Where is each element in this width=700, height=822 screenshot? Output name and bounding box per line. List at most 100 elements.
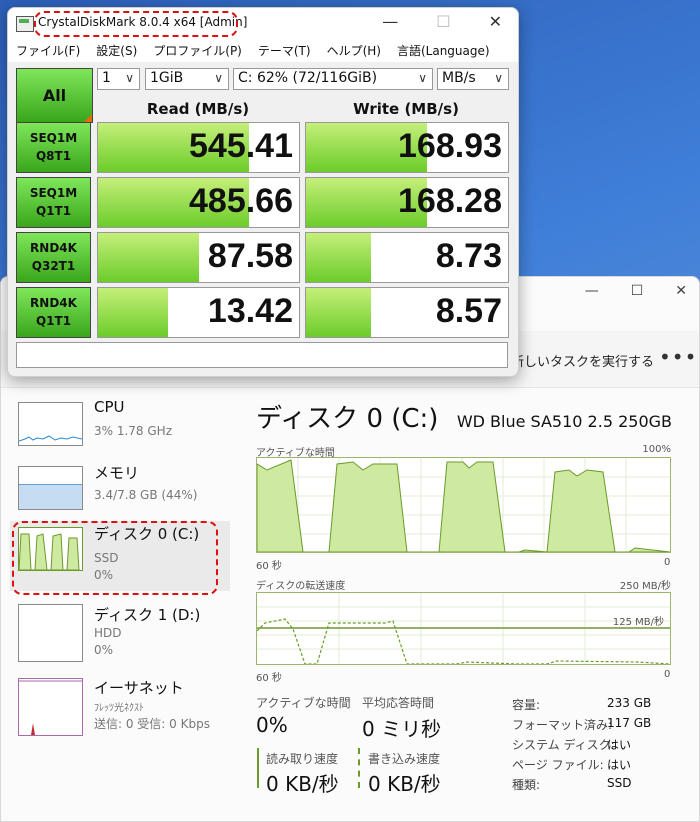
- read-result-seq1m-q8t1: 545.41: [97, 122, 300, 173]
- page-file-label: ページ ファイル:: [512, 758, 604, 772]
- disk-type-label: 種類:: [512, 778, 541, 792]
- transfer-left-label: 60 秒: [256, 673, 282, 684]
- write-speed-label: 書き込み速度: [368, 752, 441, 766]
- read-indicator: [257, 748, 259, 788]
- test-params: Q1T1: [35, 204, 72, 218]
- write-speed-value: 0 KB/秒: [368, 772, 441, 796]
- chevron-down-icon: ∨: [214, 71, 223, 85]
- close-icon[interactable]: ✕: [489, 12, 502, 31]
- formatted-value: 117 GB: [607, 716, 652, 730]
- count-select[interactable]: 1 ∨: [97, 68, 140, 90]
- write-bar-fill: [306, 288, 371, 337]
- menu-profile[interactable]: プロファイル(P): [153, 42, 242, 59]
- capacity-value: 233 GB: [607, 696, 652, 710]
- read-result-rnd4k-q1t1: 13.42: [97, 287, 300, 338]
- menu-language[interactable]: 言語(Language): [397, 42, 490, 59]
- maximize-icon[interactable]: ☐: [436, 12, 450, 31]
- active-time-stat-value: 0%: [256, 713, 288, 737]
- response-time-value: 0 ミリ秒: [362, 717, 442, 741]
- menu-help[interactable]: ヘルプ(H): [327, 42, 381, 59]
- test-button-seq1m-q1t1[interactable]: SEQ1M Q1T1: [16, 177, 91, 228]
- minimize-icon[interactable]: —: [382, 12, 398, 31]
- test-button-seq1m-q8t1[interactable]: SEQ1M Q8T1: [16, 122, 91, 173]
- menu-theme[interactable]: テーマ(T): [258, 42, 311, 59]
- write-result-rnd4k-q32t1: 8.73: [305, 232, 509, 283]
- cpu-thumbnail: [18, 402, 83, 446]
- read-result-seq1m-q1t1: 485.66: [97, 177, 300, 228]
- highlight-annotation: [12, 521, 218, 595]
- sidebar-disk1-sub1: HDD: [94, 626, 122, 640]
- test-name: RND4K: [30, 296, 77, 310]
- sidebar-ethernet-sub1: ﾌﾚｯﾂ光ﾈｸｽﾄ: [94, 703, 144, 714]
- test-name: SEQ1M: [29, 131, 78, 145]
- system-disk-label: システム ディスク:: [512, 738, 615, 752]
- system-disk-value: はい: [607, 738, 632, 752]
- page-file-value: はい: [607, 758, 632, 772]
- sidebar-memory-sub: 3.4/7.8 GB (44%): [94, 488, 198, 502]
- test-button-rnd4k-q32t1[interactable]: RND4K Q32T1: [16, 232, 91, 283]
- active-time-right-label: 0: [664, 557, 671, 568]
- sidebar-item-cpu[interactable]: CPU 3% 1.78 GHz: [10, 396, 230, 466]
- write-result-rnd4k-q1t1: 8.57: [305, 287, 509, 338]
- transfer-rate-max: 250 MB/秒: [619, 581, 671, 592]
- menu-file[interactable]: ファイル(F): [16, 42, 80, 59]
- write-value: 8.57: [435, 292, 502, 330]
- chevron-down-icon: ∨: [125, 71, 134, 85]
- chevron-down-icon: ∨: [418, 71, 427, 85]
- transfer-right-label: 0: [664, 669, 671, 680]
- read-value: 13.42: [207, 292, 293, 330]
- sidebar-item-memory[interactable]: メモリ 3.4/7.8 GB (44%): [10, 460, 230, 530]
- all-button[interactable]: All: [16, 68, 93, 123]
- active-time-graph: [256, 457, 671, 553]
- run-new-task-button[interactable]: 新しいタスクを実行する: [511, 351, 654, 370]
- test-name: SEQ1M: [29, 186, 78, 200]
- transfer-rate-label: ディスクの転送速度: [256, 581, 346, 592]
- app-icon: [16, 16, 34, 32]
- test-button-rnd4k-q1t1[interactable]: RND4K Q1T1: [16, 287, 91, 338]
- sidebar-item-disk1[interactable]: ディスク 1 (D:) HDD 0%: [10, 598, 230, 668]
- unit-select[interactable]: MB/s ∨: [437, 68, 509, 90]
- comment-input[interactable]: [16, 342, 508, 368]
- transfer-mid-label: 125 MB/秒: [612, 617, 664, 628]
- formatted-label: フォーマット済み:: [512, 718, 613, 732]
- chevron-down-icon: ∨: [494, 71, 503, 85]
- unit-value: MB/s: [442, 70, 476, 86]
- write-column-header: Write (MB/s): [353, 100, 459, 118]
- close-icon[interactable]: ✕: [675, 283, 687, 299]
- count-value: 1: [102, 70, 111, 86]
- cdm-window-controls: — ☐ ✕: [382, 12, 502, 31]
- active-time-stat-label: アクティブな時間: [256, 696, 351, 710]
- menu-settings[interactable]: 設定(S): [96, 42, 137, 59]
- response-time-label: 平均応答時間: [362, 696, 435, 710]
- write-bar-fill: [306, 233, 371, 282]
- ethernet-thumbnail: [18, 678, 83, 736]
- cdm-titlebar[interactable]: CrystalDiskMark 8.0.4 x64 [Admin] — ☐ ✕: [8, 8, 518, 38]
- memory-thumbnail: [18, 466, 83, 510]
- more-options-icon[interactable]: •••: [659, 345, 697, 369]
- sidebar-disk1-name: ディスク 1 (D:): [94, 606, 201, 624]
- size-value: 1GiB: [150, 70, 184, 86]
- transfer-rate-graph: 125 MB/秒: [256, 592, 671, 665]
- read-bar-fill: [98, 233, 199, 282]
- read-result-rnd4k-q32t1: 87.58: [97, 232, 300, 283]
- sidebar-item-ethernet[interactable]: イーサネット ﾌﾚｯﾂ光ﾈｸｽﾄ 送信: 0 受信: 0 Kbps: [10, 673, 230, 743]
- maximize-icon[interactable]: ☐: [631, 283, 644, 299]
- disk-title: ディスク 0 (C:): [256, 404, 439, 434]
- test-params: Q1T1: [35, 314, 72, 328]
- sidebar-cpu-name: CPU: [94, 398, 125, 416]
- tm-window-controls: — ☐ ✕: [585, 283, 687, 299]
- disk-model: WD Blue SA510 2.5 250GB: [456, 412, 672, 431]
- size-select[interactable]: 1GiB ∨: [145, 68, 229, 90]
- read-speed-value: 0 KB/秒: [266, 772, 339, 796]
- sidebar-disk1-sub2: 0%: [94, 643, 114, 657]
- write-value: 8.73: [435, 237, 502, 275]
- write-indicator: [358, 748, 360, 788]
- read-value: 485.66: [189, 182, 293, 220]
- drive-select[interactable]: C: 62% (72/116GiB) ∨: [233, 68, 433, 90]
- read-value: 545.41: [189, 127, 293, 165]
- test-params: Q32T1: [31, 259, 76, 273]
- highlight-annotation: [34, 11, 238, 37]
- minimize-icon[interactable]: —: [585, 283, 599, 299]
- active-time-left-label: 60 秒: [256, 561, 282, 572]
- capacity-label: 容量:: [512, 698, 541, 712]
